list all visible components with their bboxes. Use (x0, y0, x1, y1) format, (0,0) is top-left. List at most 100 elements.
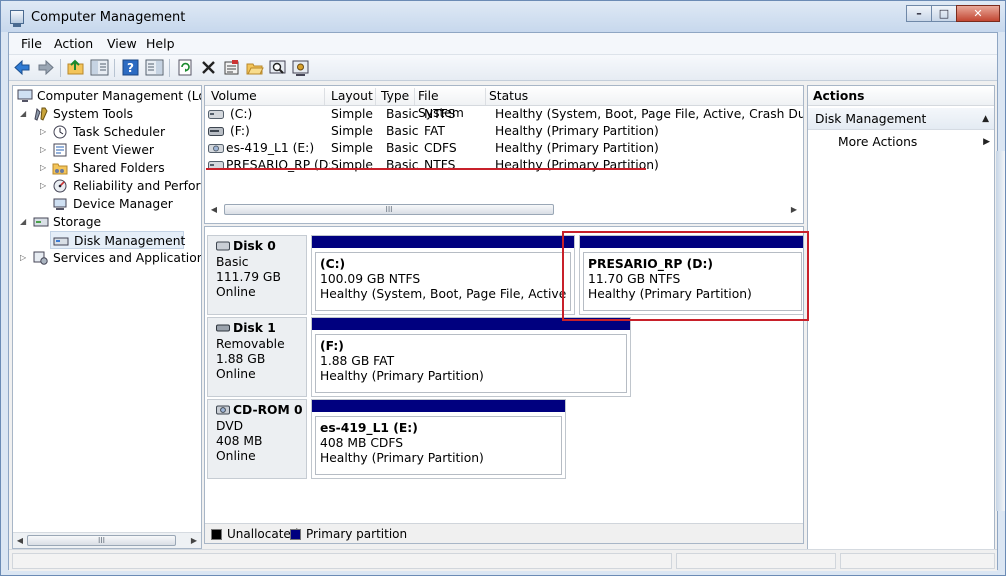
scroll-right-icon[interactable]: ▶ (187, 533, 201, 548)
disk-state: Online (216, 285, 256, 299)
disk-size: 1.88 GB (216, 352, 266, 366)
scroll-thumb[interactable]: III (224, 204, 554, 215)
forward-arrow-icon[interactable] (36, 58, 55, 77)
partition-c[interactable]: (C:) 100.09 GB NTFS Healthy (System, Boo… (311, 235, 575, 315)
tree-item-device-manager[interactable]: Device Manager (13, 195, 199, 213)
partition-f[interactable]: (F:) 1.88 GB FAT Healthy (Primary Partit… (311, 317, 631, 397)
tree-item-task-scheduler[interactable]: ▷ Task Scheduler (13, 123, 199, 141)
tree-item-computer-management[interactable]: Computer Management (Local (15, 87, 201, 105)
collapse-icon[interactable]: ◢ (20, 105, 29, 123)
tree-label: Storage (53, 215, 102, 229)
partition-status: Healthy (Primary Partition) (320, 451, 484, 465)
submenu-arrow-icon: ▶ (983, 137, 990, 147)
actions-section-disk-management[interactable]: Disk Management ▲ (808, 108, 994, 130)
collapse-up-icon[interactable]: ▲ (982, 108, 989, 130)
hard-disk-icon (216, 241, 230, 251)
disk-1-label[interactable]: Disk 1 Removable 1.88 GB Online (207, 317, 307, 397)
menu-help[interactable]: Help (146, 36, 175, 51)
expand-icon[interactable]: ▷ (40, 177, 49, 195)
column-header-layout[interactable]: Layout (331, 88, 376, 105)
disk-state: Online (216, 367, 256, 381)
scroll-left-icon[interactable]: ◀ (13, 533, 27, 548)
column-header-file-system[interactable]: File System (418, 88, 486, 120)
minimize-button[interactable]: – (906, 5, 932, 22)
tree-label: Event Viewer (73, 143, 154, 157)
shared-folder-icon (52, 161, 68, 175)
volume-horizontal-scrollbar[interactable]: ◀ III ▶ (205, 202, 803, 218)
grip-icon: III (97, 536, 106, 545)
show-hide-tree-icon[interactable] (90, 58, 109, 77)
expand-icon[interactable]: ▷ (40, 141, 49, 159)
disk-0-label[interactable]: Disk 0 Basic 111.79 GB Online (207, 235, 307, 315)
properties-icon[interactable] (222, 58, 241, 77)
disk-title: Disk 1 (233, 321, 276, 335)
legend-unallocated: Unallocated (227, 527, 299, 541)
tree-item-event-viewer[interactable]: ▷ Event Viewer (13, 141, 199, 159)
close-icon: ✕ (973, 7, 983, 20)
back-arrow-icon[interactable] (13, 58, 32, 77)
show-hide-action-pane-icon[interactable] (145, 58, 164, 77)
close-button[interactable]: ✕ (956, 5, 1000, 22)
grip-icon: III (385, 205, 393, 214)
settings-icon[interactable] (291, 58, 310, 77)
up-folder-icon[interactable] (66, 58, 85, 77)
volume-status: Healthy (System, Boot, Page File, Active… (495, 107, 804, 121)
maximize-button[interactable]: □ (931, 5, 957, 22)
tree-item-services-applications[interactable]: ▷ Services and Applications (13, 249, 201, 267)
scroll-thumb[interactable]: III (27, 535, 176, 546)
minimize-icon: – (916, 7, 922, 20)
tree-label: Reliability and Performa (73, 179, 201, 193)
status-cell (840, 553, 995, 569)
tree-item-disk-management[interactable]: Disk Management (50, 231, 185, 249)
tree-item-reliability-performance[interactable]: ▷ Reliability and Performa (13, 177, 201, 195)
expand-icon[interactable]: ▷ (20, 249, 29, 267)
toolbar-separator (60, 59, 61, 77)
cdrom-0-label[interactable]: CD-ROM 0 DVD 408 MB Online (207, 399, 307, 479)
tree-item-storage[interactable]: ◢ Storage (13, 213, 199, 231)
annotation-highlight-box (562, 231, 809, 321)
scroll-left-icon[interactable]: ◀ (207, 202, 221, 217)
menu-view[interactable]: View (107, 36, 137, 51)
volume-row[interactable]: (C:) Simple Basic NTFS Healthy (System, … (205, 106, 804, 123)
column-header-volume[interactable]: Volume (211, 88, 325, 105)
volume-type: Basic (386, 124, 419, 138)
title-bar[interactable]: Computer Management – □ ✕ (1, 1, 1005, 32)
menu-file[interactable]: File (21, 36, 42, 51)
window-title: Computer Management (31, 10, 186, 25)
help-icon[interactable]: ? (121, 58, 140, 77)
computer-icon (17, 89, 33, 103)
disk-icon (53, 234, 69, 248)
collapse-icon[interactable]: ◢ (20, 213, 29, 231)
search-icon[interactable] (268, 58, 287, 77)
status-cell (676, 553, 836, 569)
tree-item-shared-folders[interactable]: ▷ Shared Folders (13, 159, 199, 177)
tree-item-system-tools[interactable]: ◢ System Tools (13, 105, 199, 123)
expand-icon[interactable]: ▷ (40, 159, 49, 177)
column-header-status[interactable]: Status (489, 88, 789, 105)
volume-status: Healthy (Primary Partition) (495, 141, 659, 155)
volume-row[interactable]: (F:) Simple Basic FAT Healthy (Primary P… (205, 123, 803, 140)
more-actions-link[interactable]: More Actions ▶ (838, 133, 990, 151)
menu-action[interactable]: Action (54, 36, 93, 51)
scroll-right-icon[interactable]: ▶ (787, 202, 801, 217)
volume-name: (F:) (230, 124, 250, 138)
tree-label: System Tools (53, 107, 134, 121)
tools-icon (33, 107, 49, 121)
device-manager-icon (52, 197, 68, 211)
delete-icon[interactable] (199, 58, 218, 77)
tree-horizontal-scrollbar[interactable]: ◀ III ▶ (13, 532, 201, 548)
partition-e[interactable]: es-419_L1 (E:) 408 MB CDFS Healthy (Prim… (311, 399, 566, 479)
open-folder-icon[interactable] (245, 58, 264, 77)
volume-file-system: NTFS (424, 158, 456, 172)
navigation-tree: Computer Management (Local ◢ System Tool… (12, 85, 202, 549)
tree-label: Task Scheduler (73, 125, 166, 139)
disk-kind: Removable (216, 337, 285, 351)
expand-icon[interactable]: ▷ (40, 123, 49, 141)
status-cell (12, 553, 672, 569)
actions-header: Actions (808, 86, 994, 106)
volume-row[interactable]: es-419_L1 (E:) Simple Basic CDFS Healthy… (205, 140, 803, 157)
column-header-type[interactable]: Type (381, 88, 415, 105)
legend-primary: Primary partition (306, 527, 408, 541)
volume-row[interactable]: PRESARIO_RP (D:) Simple Basic NTFS Healt… (205, 157, 803, 174)
refresh-icon[interactable] (176, 58, 195, 77)
